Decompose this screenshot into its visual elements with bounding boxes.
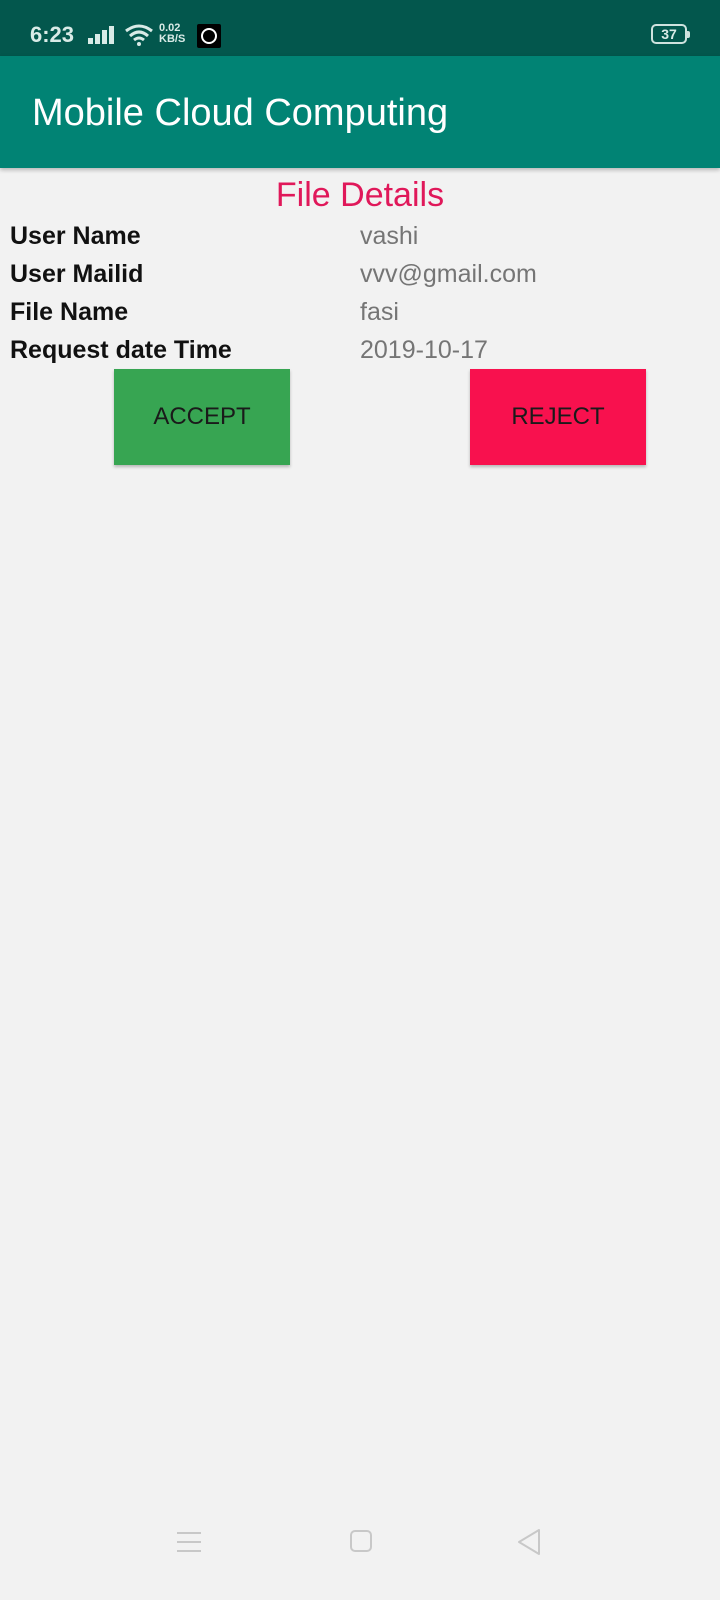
navigation-bar (0, 1508, 720, 1600)
request-date-label: Request date Time (10, 336, 232, 364)
menu-icon[interactable] (176, 1530, 202, 1559)
file-name-label: File Name (10, 298, 129, 326)
app-title: Mobile Cloud Computing (32, 92, 449, 134)
back-icon[interactable] (516, 1528, 542, 1561)
user-name-value: vashi (360, 222, 419, 250)
user-mailid-label: User Mailid (10, 260, 144, 288)
file-name-value: fasi (360, 298, 399, 326)
file-details-title: File Details (275, 176, 445, 214)
app-notification-icon (197, 24, 221, 48)
home-icon[interactable] (349, 1529, 373, 1558)
request-date-value: 2019-10-17 (360, 336, 488, 364)
wifi-icon (124, 24, 154, 51)
user-name-label: User Name (10, 222, 141, 250)
reject-button[interactable]: REJECT (470, 369, 646, 465)
signal-icon (88, 26, 116, 49)
app-bar: Mobile Cloud Computing (0, 56, 720, 168)
status-time: 6:23 (30, 22, 75, 47)
user-mailid-value: vvv@gmail.com (360, 260, 537, 288)
status-bar: 6:23 0.02 KB/S 37 (0, 0, 720, 56)
accept-button[interactable]: ACCEPT (114, 369, 290, 465)
network-speed: 0.02 KB/S (159, 22, 186, 45)
battery-icon: 37 (651, 24, 690, 44)
battery-level: 37 (661, 26, 677, 42)
